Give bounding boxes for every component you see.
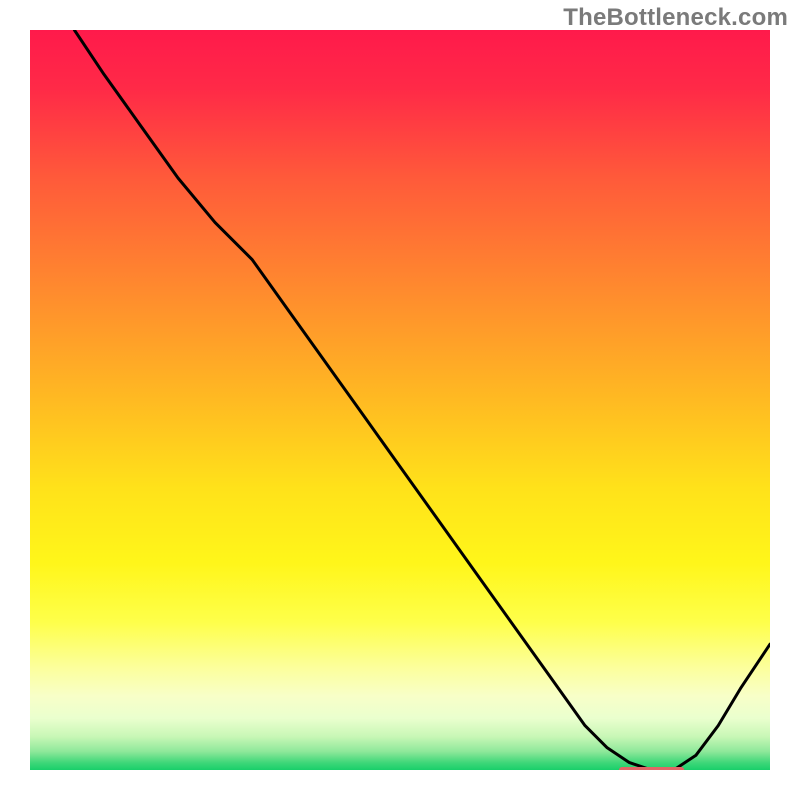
watermark-text: TheBottleneck.com — [563, 4, 788, 32]
plot-area — [30, 30, 770, 770]
gradient-background — [30, 30, 770, 770]
chart-stage: TheBottleneck.com — [0, 0, 800, 800]
chart-svg — [30, 30, 770, 770]
